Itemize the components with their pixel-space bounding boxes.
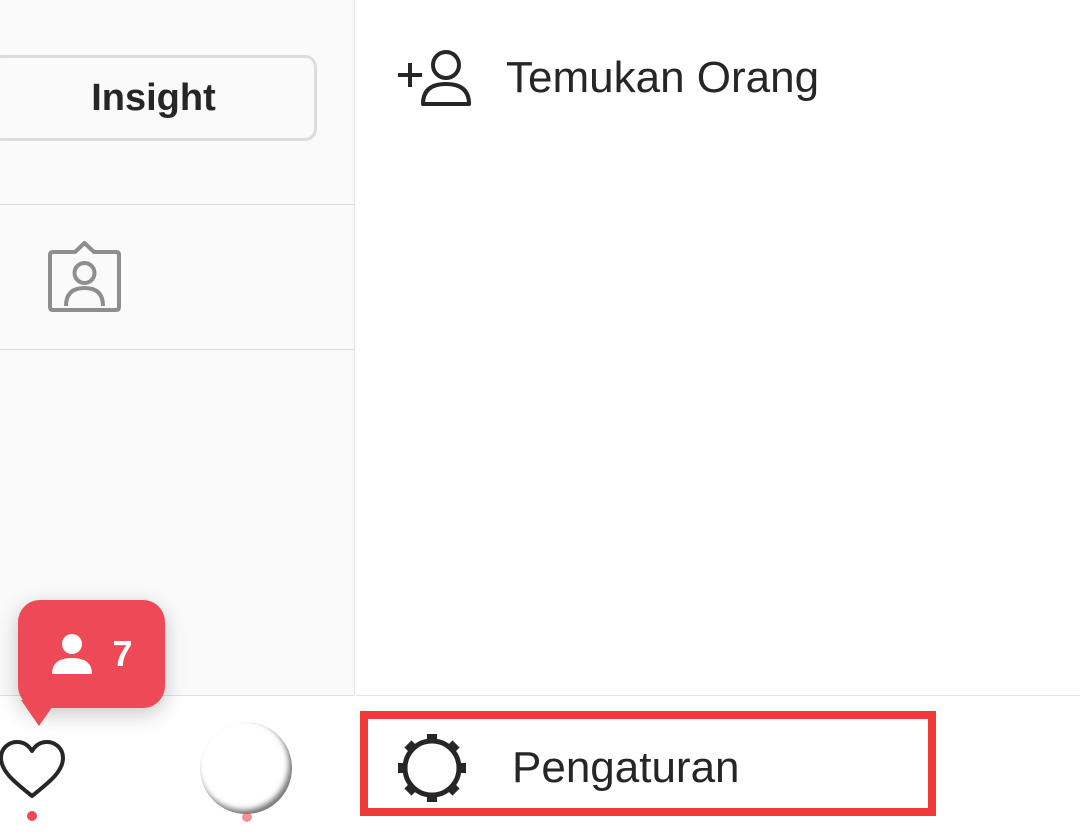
notification-count: 7 [112,633,133,674]
insight-button[interactable]: Insight [0,55,317,141]
tagged-photos-icon[interactable] [47,240,122,315]
find-people-item[interactable]: Temukan Orang [396,40,819,115]
menu-drawer: Temukan Orang Pengaturan [356,0,1080,840]
screen: Insight 7 Temukan Orang Pengaturan [0,0,1080,840]
follower-notification-bubble[interactable]: 7 [18,600,165,708]
activity-dot [27,811,37,821]
menu-divider [356,695,1080,696]
section-divider [0,204,354,205]
settings-label: Pengaturan [512,743,740,792]
profile-dot [242,812,252,822]
section-divider [0,349,354,350]
notification-bubble-tail [21,700,57,726]
gear-icon [398,734,466,802]
profile-avatar[interactable] [200,722,292,814]
add-person-icon [398,49,471,106]
settings-item[interactable]: Pengaturan [396,728,740,808]
heart-icon[interactable] [0,738,68,802]
find-people-label: Temukan Orang [506,52,820,102]
person-icon [52,634,93,674]
